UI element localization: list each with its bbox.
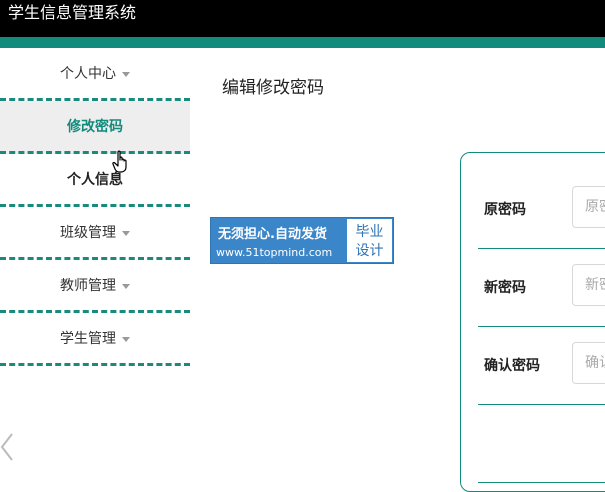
confirm-password-row: 确认密码: [478, 326, 605, 405]
sidebar: 个人中心 修改密码 个人信息 班级管理 教师管理 学生管理: [0, 48, 190, 366]
new-password-label: 新密码: [484, 280, 526, 296]
sidebar-item-teacher-management[interactable]: 教师管理: [0, 260, 190, 313]
new-password-row: 新密码: [478, 248, 605, 327]
promo-badge-line: 设计: [355, 243, 384, 259]
old-password-input[interactable]: [572, 186, 605, 228]
promo-badge: 毕业 设计: [347, 219, 392, 262]
promo-badge-line: 毕业: [355, 224, 384, 240]
promo-url: www.51topmind.com: [216, 246, 333, 259]
top-bar: 学生信息管理系统: [0, 0, 605, 37]
confirm-password-label: 确认密码: [484, 358, 540, 374]
sidebar-item-student-management[interactable]: 学生管理: [0, 313, 190, 366]
hand-cursor-icon: [112, 150, 127, 173]
chevron-left-icon[interactable]: [0, 432, 16, 462]
sidebar-item-personal-center[interactable]: 个人中心: [0, 48, 190, 101]
new-password-input[interactable]: [572, 264, 605, 306]
sidebar-item-label: 教师管理: [60, 278, 116, 294]
old-password-row: 原密码: [478, 170, 605, 249]
chevron-down-icon: [122, 336, 130, 342]
sidebar-item-class-management[interactable]: 班级管理: [0, 207, 190, 260]
chevron-down-icon: [122, 283, 130, 289]
confirm-password-input[interactable]: [572, 342, 605, 384]
sidebar-item-personal-info[interactable]: 个人信息: [0, 154, 190, 207]
sidebar-item-label: 学生管理: [60, 331, 116, 347]
sidebar-item-change-password[interactable]: 修改密码: [0, 101, 190, 154]
page-title: 编辑修改密码: [222, 78, 324, 98]
form-actions-row: [478, 404, 605, 483]
promo-text: 无须担心.自动发货: [218, 227, 327, 242]
sidebar-item-label: 个人中心: [60, 66, 116, 82]
chevron-down-icon: [122, 230, 130, 236]
sidebar-item-label: 班级管理: [60, 225, 116, 241]
sidebar-item-label: 修改密码: [67, 119, 123, 135]
accent-strip: [0, 37, 605, 48]
app-title: 学生信息管理系统: [8, 3, 137, 22]
promo-banner[interactable]: 无须担心.自动发货 www.51topmind.com 毕业 设计: [210, 217, 394, 264]
chevron-down-icon: [122, 71, 130, 77]
old-password-label: 原密码: [484, 202, 526, 218]
